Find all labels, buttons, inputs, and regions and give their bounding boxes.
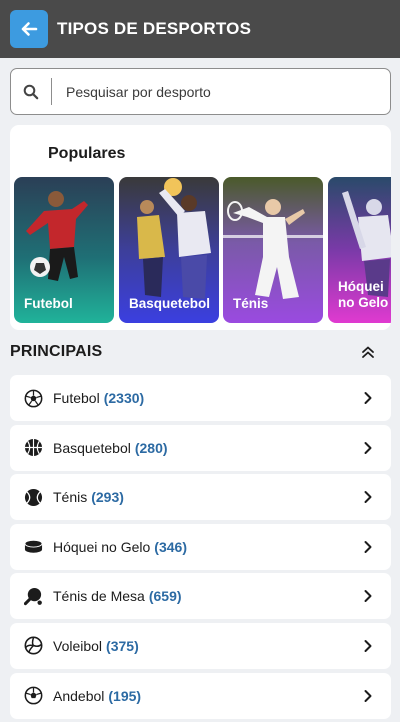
chevron-right-icon — [363, 540, 373, 554]
search-icon — [11, 84, 51, 100]
section-header: PRINCIPAIS — [10, 342, 391, 362]
sport-name: Ténis — [53, 489, 88, 506]
sport-count: (375) — [106, 637, 139, 654]
app-header: TIPOS DE DESPORTOS — [0, 0, 400, 58]
popular-tile-basketball[interactable]: Basquetebol — [119, 177, 219, 323]
chevron-double-up-icon — [362, 346, 374, 358]
chevron-right-icon — [363, 589, 373, 603]
sport-row-volleyball[interactable]: Voleibol (375) — [10, 622, 391, 669]
sport-name: Futebol — [53, 390, 100, 406]
sport-row-ice-hockey[interactable]: Hóquei no Gelo (346) — [10, 523, 391, 570]
page-title: TIPOS DE DESPORTOS — [57, 19, 252, 38]
popular-tile-tennis[interactable]: Ténis — [223, 177, 323, 323]
sport-count: (293) — [91, 489, 124, 506]
tennis-ball-icon — [24, 488, 43, 507]
search-box[interactable] — [10, 68, 391, 115]
sport-row-basketball[interactable]: Basquetebol (280) — [10, 424, 391, 471]
collapse-button[interactable] — [361, 345, 375, 359]
popular-tile-label: Futebol — [24, 296, 73, 311]
chevron-right-icon — [363, 689, 373, 703]
sport-row-handball[interactable]: Andebol (195) — [10, 672, 391, 719]
handball-icon — [24, 686, 43, 705]
basketball-icon — [24, 438, 43, 457]
sport-row-table-tennis[interactable]: Ténis de Mesa (659) — [10, 573, 391, 620]
popular-tile-label: Basquetebol — [129, 296, 211, 311]
section-title: PRINCIPAIS — [10, 343, 103, 360]
chevron-right-icon — [363, 639, 373, 653]
sport-count: (2330) — [103, 390, 145, 406]
sport-name: Basquetebol — [53, 439, 131, 456]
hockey-puck-icon — [24, 537, 43, 556]
sport-row-tennis[interactable]: Ténis (293) — [10, 474, 391, 521]
chevron-right-icon — [363, 391, 373, 405]
sport-count: (659) — [148, 588, 182, 605]
popular-tile-label: Hóquei no Gelo — [338, 279, 389, 310]
popular-tile-football[interactable]: Futebol — [14, 177, 114, 323]
sport-count: (280) — [134, 439, 168, 456]
sport-name: Hóquei no Gelo — [53, 538, 151, 555]
chevron-right-icon — [363, 490, 373, 504]
search-divider — [51, 78, 52, 105]
chevron-right-icon — [363, 441, 373, 455]
sport-row-football[interactable]: Futebol (2330) — [10, 375, 391, 421]
back-button[interactable] — [10, 10, 48, 48]
search-input[interactable] — [66, 83, 390, 100]
sport-name: Andebol — [53, 687, 105, 704]
sport-list: Futebol (2330) Basquetebol (280) Ténis (… — [10, 375, 391, 722]
arrow-left-icon — [21, 22, 38, 36]
popular-sports-card: Populares Futebol Basquetebol Ténis Hóqu… — [10, 125, 391, 330]
sport-name: Voleibol — [53, 637, 103, 654]
popular-title: Populares — [48, 145, 126, 162]
table-tennis-icon — [24, 587, 43, 606]
sport-count: (346) — [154, 538, 187, 555]
volleyball-icon — [24, 636, 43, 655]
sport-count: (195) — [108, 687, 142, 704]
soccer-ball-icon — [24, 389, 43, 408]
sport-name: Ténis de Mesa — [53, 588, 145, 605]
popular-tile-label: Ténis — [233, 296, 269, 311]
popular-tile-hockey[interactable]: Hóquei no Gelo — [328, 177, 391, 323]
